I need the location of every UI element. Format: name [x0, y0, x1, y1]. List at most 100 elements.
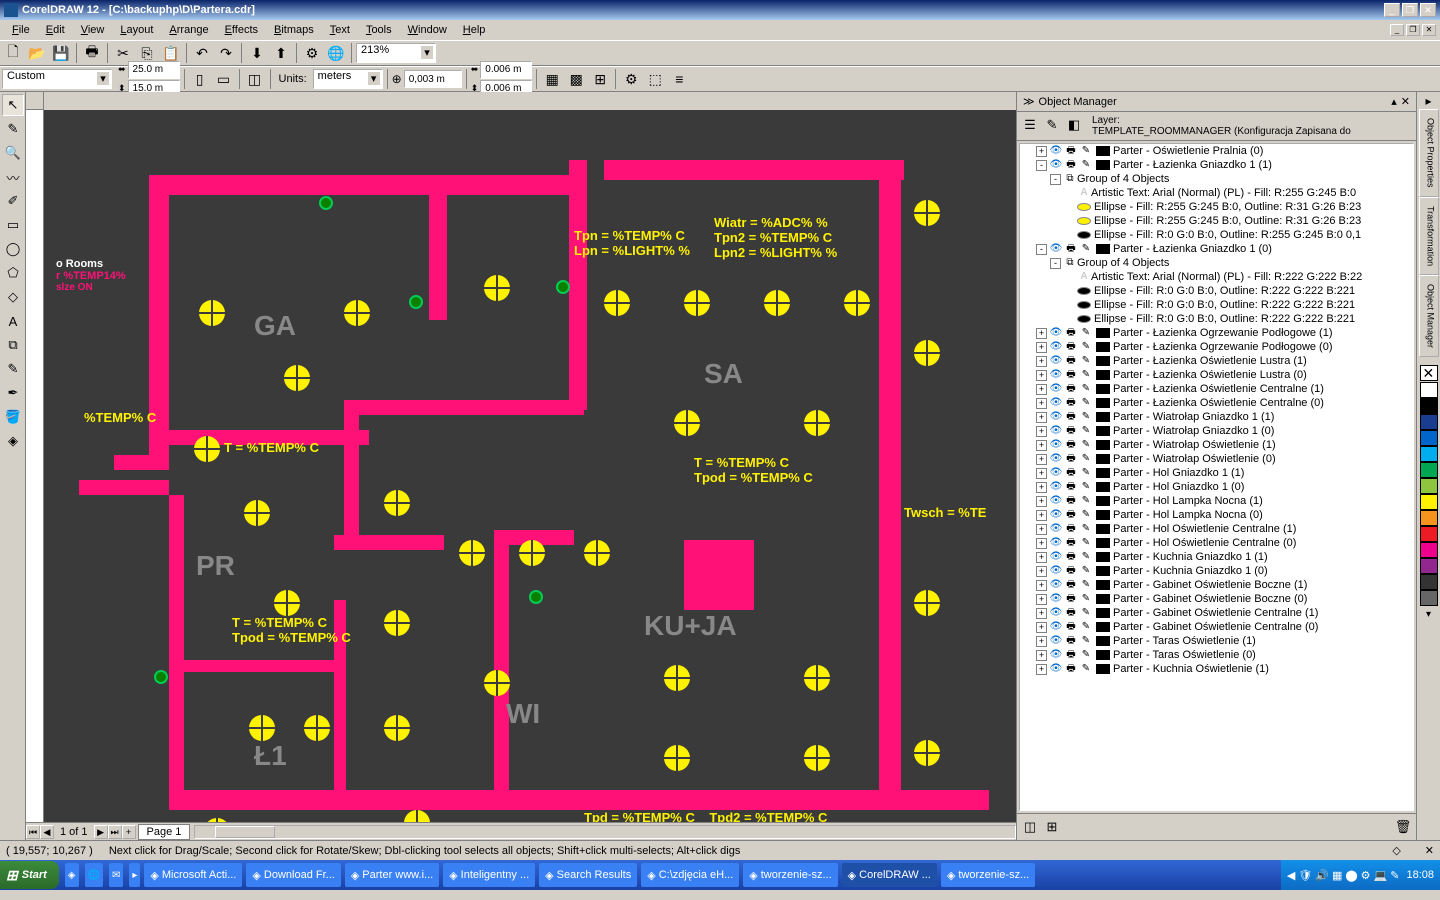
eye-icon[interactable]: 👁	[1049, 607, 1063, 619]
snap-button[interactable]: ▦	[541, 68, 563, 90]
eye-icon[interactable]: 👁	[1049, 551, 1063, 563]
edit-icon[interactable]: ✎	[1079, 453, 1093, 465]
docker-tab[interactable]: Object Properties	[1419, 109, 1439, 197]
edit-icon[interactable]: ✎	[1079, 481, 1093, 493]
rectangle-tool[interactable]: ▭	[2, 214, 24, 236]
tree-item[interactable]: +👁🖶✎Parter - Taras Oświetlenie (1)	[1020, 634, 1413, 648]
docker-tab[interactable]: Object Manager	[1419, 275, 1439, 357]
edit-icon[interactable]: ✎	[1079, 523, 1093, 535]
snap2-button[interactable]: ▩	[565, 68, 587, 90]
drawing-canvas[interactable]: GA SA PR WI Ł1 KU+JA r %TEMP14% slze ON …	[44, 110, 1016, 822]
new-master-button[interactable]: ⊞	[1042, 817, 1062, 837]
print-icon[interactable]: 🖶	[1064, 551, 1078, 563]
tree-expand[interactable]: +	[1036, 664, 1047, 675]
print-button[interactable]: 🖶	[81, 42, 103, 64]
color-swatch[interactable]	[1420, 398, 1438, 414]
page-layout-button[interactable]: ◫	[244, 68, 266, 90]
task-button[interactable]: ◈CorelDRAW ...	[842, 863, 937, 887]
smart-draw-tool[interactable]: ✐	[2, 190, 24, 212]
print-icon[interactable]: 🖶	[1064, 467, 1078, 479]
dup-x-input[interactable]	[480, 61, 532, 79]
corel-online-button[interactable]: 🌐	[325, 42, 347, 64]
import-button[interactable]: ⬇	[246, 42, 268, 64]
color-swatch[interactable]	[1420, 414, 1438, 430]
task-button[interactable]: ◈Download Fr...	[246, 863, 340, 887]
tree-expand[interactable]: +	[1036, 594, 1047, 605]
print-icon[interactable]: 🖶	[1064, 607, 1078, 619]
close-button[interactable]: ✕	[1420, 3, 1436, 17]
outline-tool[interactable]: ✒	[2, 382, 24, 404]
zoom-combo[interactable]: 213%	[356, 43, 436, 63]
nudge-input[interactable]	[404, 70, 462, 88]
tree-expand[interactable]: +	[1036, 622, 1047, 633]
dynamic-button[interactable]: ≡	[668, 68, 690, 90]
print-icon[interactable]: 🖶	[1064, 383, 1078, 395]
tree-expand[interactable]: +	[1036, 510, 1047, 521]
edit-icon[interactable]: ✎	[1079, 243, 1093, 255]
eye-icon[interactable]: 👁	[1049, 453, 1063, 465]
edit-icon[interactable]: ✎	[1079, 355, 1093, 367]
edit-icon[interactable]: ✎	[1079, 663, 1093, 675]
print-icon[interactable]: 🖶	[1064, 481, 1078, 493]
print-icon[interactable]: 🖶	[1064, 579, 1078, 591]
print-icon[interactable]: 🖶	[1064, 159, 1078, 171]
tree-item[interactable]: +👁🖶✎Parter - Hol Lampka Nocna (0)	[1020, 508, 1413, 522]
tree-expand[interactable]: +	[1036, 482, 1047, 493]
tree-expand[interactable]: +	[1036, 608, 1047, 619]
tray-icon[interactable]: ⚙	[1361, 869, 1371, 882]
mdi-close[interactable]: ✕	[1422, 24, 1436, 36]
tree-item[interactable]: Ellipse - Fill: R:0 G:0 B:0, Outline: R:…	[1020, 298, 1413, 312]
page-last[interactable]: ⏭	[108, 825, 122, 839]
tree-expand[interactable]: +	[1036, 538, 1047, 549]
menu-help[interactable]: Help	[455, 22, 494, 38]
eye-icon[interactable]: 👁	[1049, 411, 1063, 423]
tree-item[interactable]: +👁🖶✎Parter - Hol Gniazdko 1 (1)	[1020, 466, 1413, 480]
ruler-corner[interactable]	[26, 92, 44, 110]
tree-expand[interactable]: +	[1036, 426, 1047, 437]
edit-icon[interactable]: ✎	[1079, 383, 1093, 395]
tree-expand[interactable]: +	[1036, 440, 1047, 451]
eye-icon[interactable]: 👁	[1049, 425, 1063, 437]
eye-icon[interactable]: 👁	[1049, 579, 1063, 591]
ruler-vertical[interactable]	[26, 110, 44, 822]
tree-item[interactable]: +👁🖶✎Parter - Hol Lampka Nocna (1)	[1020, 494, 1413, 508]
eye-icon[interactable]: 👁	[1049, 635, 1063, 647]
print-icon[interactable]: 🖶	[1064, 565, 1078, 577]
color-swatch[interactable]	[1420, 478, 1438, 494]
tree-item[interactable]: +👁🖶✎Parter - Wiatrołap Oświetlenie (0)	[1020, 452, 1413, 466]
tree-item[interactable]: +👁🖶✎Parter - Łazienka Oświetlenie Lustra…	[1020, 354, 1413, 368]
edit-icon[interactable]: ✎	[1079, 159, 1093, 171]
task-button[interactable]: ◈Parter www.i...	[345, 863, 439, 887]
tree-expand[interactable]: +	[1036, 496, 1047, 507]
polygon-tool[interactable]: ⬠	[2, 262, 24, 284]
tree-expand[interactable]: +	[1036, 650, 1047, 661]
print-icon[interactable]: 🖶	[1064, 425, 1078, 437]
edit-icon[interactable]: ✎	[1079, 439, 1093, 451]
mdi-restore[interactable]: ❐	[1406, 24, 1420, 36]
eye-icon[interactable]: 👁	[1049, 327, 1063, 339]
menu-text[interactable]: Text	[322, 22, 358, 38]
layer-manager-button[interactable]: ◧	[1064, 115, 1084, 135]
edit-icon[interactable]: ✎	[1079, 369, 1093, 381]
tree-item[interactable]: +👁🖶✎Parter - Hol Oświetlenie Centralne (…	[1020, 536, 1413, 550]
hscroll[interactable]	[194, 825, 1016, 839]
tree-item[interactable]: +👁🖶✎Parter - Gabinet Oświetlenie Central…	[1020, 606, 1413, 620]
maximize-button[interactable]: ❐	[1402, 3, 1418, 17]
print-icon[interactable]: 🖶	[1064, 635, 1078, 647]
docker-close[interactable]: ✕	[1401, 95, 1410, 108]
page-nav-1[interactable]: ◀	[40, 825, 54, 839]
text-tool[interactable]: A	[2, 310, 24, 332]
eye-icon[interactable]: 👁	[1049, 145, 1063, 157]
freehand-tool[interactable]: 〰	[2, 166, 24, 188]
tree-item[interactable]: +👁🖶✎Parter - Gabinet Oświetlenie Boczne …	[1020, 592, 1413, 606]
eye-icon[interactable]: 👁	[1049, 341, 1063, 353]
tree-item[interactable]: +👁🖶✎Parter - Łazienka Ogrzewanie Podłogo…	[1020, 340, 1413, 354]
color-swatch[interactable]	[1420, 558, 1438, 574]
tree-expand[interactable]: +	[1036, 454, 1047, 465]
tree-item[interactable]: +👁🖶✎Parter - Kuchnia Gniazdko 1 (1)	[1020, 550, 1413, 564]
print-icon[interactable]: 🖶	[1064, 145, 1078, 157]
tree-expand[interactable]: +	[1036, 398, 1047, 409]
tree-expand[interactable]: +	[1036, 524, 1047, 535]
print-icon[interactable]: 🖶	[1064, 243, 1078, 255]
tree-expand[interactable]: -	[1036, 160, 1047, 171]
